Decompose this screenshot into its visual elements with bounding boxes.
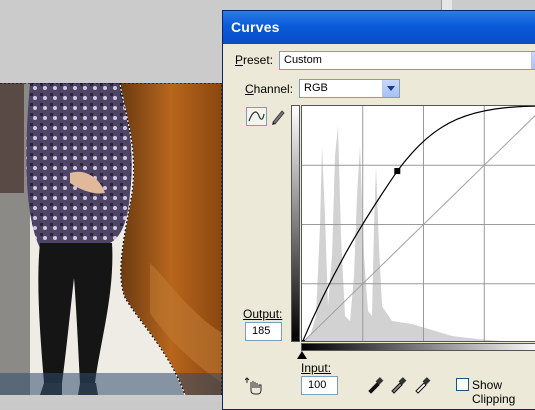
input-gradient-bar — [301, 343, 535, 351]
output-label: Output: — [243, 307, 282, 321]
hand-adjust-icon — [244, 377, 262, 395]
photo-image — [0, 83, 222, 395]
output-field[interactable]: 185 — [245, 322, 282, 341]
input-field[interactable]: 100 — [301, 376, 338, 395]
preset-label-accel: P — [235, 53, 244, 67]
channel-dropdown-button[interactable] — [382, 80, 399, 97]
black-point-slider[interactable] — [297, 351, 307, 359]
pencil-icon — [272, 110, 285, 125]
show-clipping-label-text: Show Clipping — [472, 378, 516, 406]
output-value: 185 — [252, 325, 271, 337]
curve-control-point[interactable] — [394, 168, 401, 175]
curve-point-icon — [248, 111, 265, 122]
eyedropper-white-icon — [415, 377, 431, 394]
preset-label-rest: reset: — [243, 53, 274, 67]
curve-graph-svg — [302, 106, 535, 342]
output-label-text: Output: — [243, 307, 283, 321]
white-point-eyedropper[interactable] — [413, 376, 431, 394]
gray-point-eyedropper[interactable] — [389, 376, 407, 394]
pencil-tool[interactable] — [270, 108, 286, 125]
input-label-text: Input: — [301, 361, 332, 375]
eyedropper-gray-icon — [391, 377, 407, 394]
curve-graph[interactable] — [301, 105, 535, 342]
channel-value: RGB — [304, 82, 328, 94]
output-gradient-bar — [291, 105, 300, 342]
channel-label-accel: C — [245, 82, 254, 96]
channel-label-rest: hannel: — [253, 82, 294, 96]
preset-label: Preset: — [235, 53, 273, 67]
show-clipping-checkbox[interactable] — [456, 378, 469, 391]
preset-dropdown-button[interactable] — [531, 52, 535, 69]
curve-control-point[interactable] — [302, 340, 305, 342]
on-image-adjust-tool[interactable] — [244, 376, 265, 396]
dialog-title[interactable]: Curves — [223, 11, 535, 44]
photo-layer[interactable] — [0, 83, 222, 395]
curve-point-tool[interactable] — [246, 107, 267, 126]
input-value: 100 — [308, 379, 327, 391]
curves-dialog: Curves Preset: Custom Channel: RGB Outpu… — [222, 10, 535, 410]
channel-select[interactable]: RGB — [299, 79, 400, 98]
preset-value: Custom — [284, 54, 322, 66]
channel-label: Channel: — [245, 82, 293, 96]
show-clipping-label[interactable]: Show Clipping — [472, 378, 535, 406]
eyedropper-black-icon — [368, 377, 384, 394]
input-label: Input: — [301, 361, 331, 375]
preset-select[interactable]: Custom — [279, 51, 535, 70]
black-point-eyedropper[interactable] — [366, 376, 384, 394]
chevron-down-icon — [387, 86, 395, 91]
